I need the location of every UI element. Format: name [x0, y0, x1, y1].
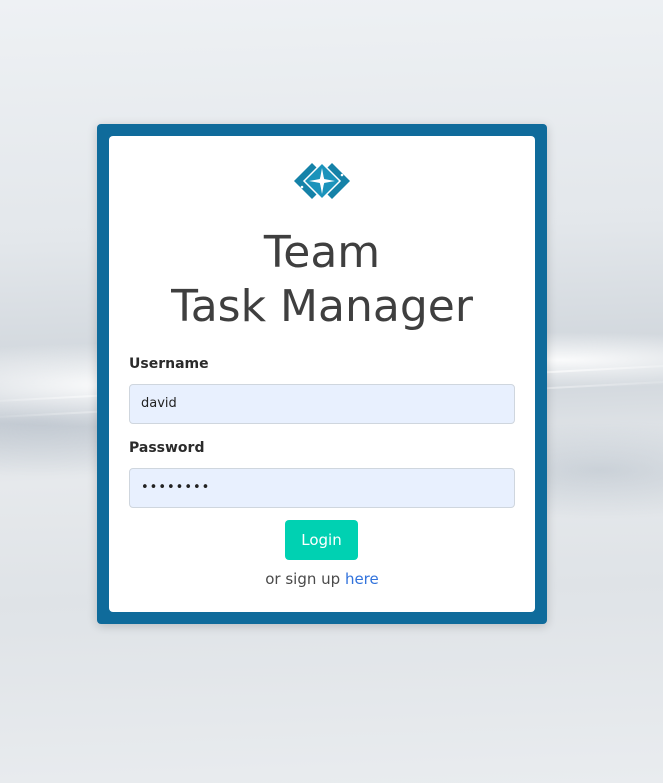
title-line-1: Team	[263, 227, 381, 278]
password-input[interactable]: ••••••••	[129, 468, 515, 508]
signup-prefix-text: or sign up	[265, 570, 341, 588]
login-card: Team Task Manager Username david Passwor…	[109, 136, 535, 612]
username-label: Username	[129, 356, 209, 372]
diamond-star-logo-icon	[294, 161, 350, 201]
username-input[interactable]: david	[129, 384, 515, 424]
login-card-frame: Team Task Manager Username david Passwor…	[97, 124, 547, 624]
signup-link[interactable]: here	[345, 570, 379, 588]
page-title: Team Task Manager	[109, 226, 535, 334]
password-label: Password	[129, 440, 205, 456]
signup-prompt: or sign up here	[109, 570, 535, 588]
login-button[interactable]: Login	[285, 520, 358, 560]
title-line-2: Task Manager	[171, 281, 473, 332]
